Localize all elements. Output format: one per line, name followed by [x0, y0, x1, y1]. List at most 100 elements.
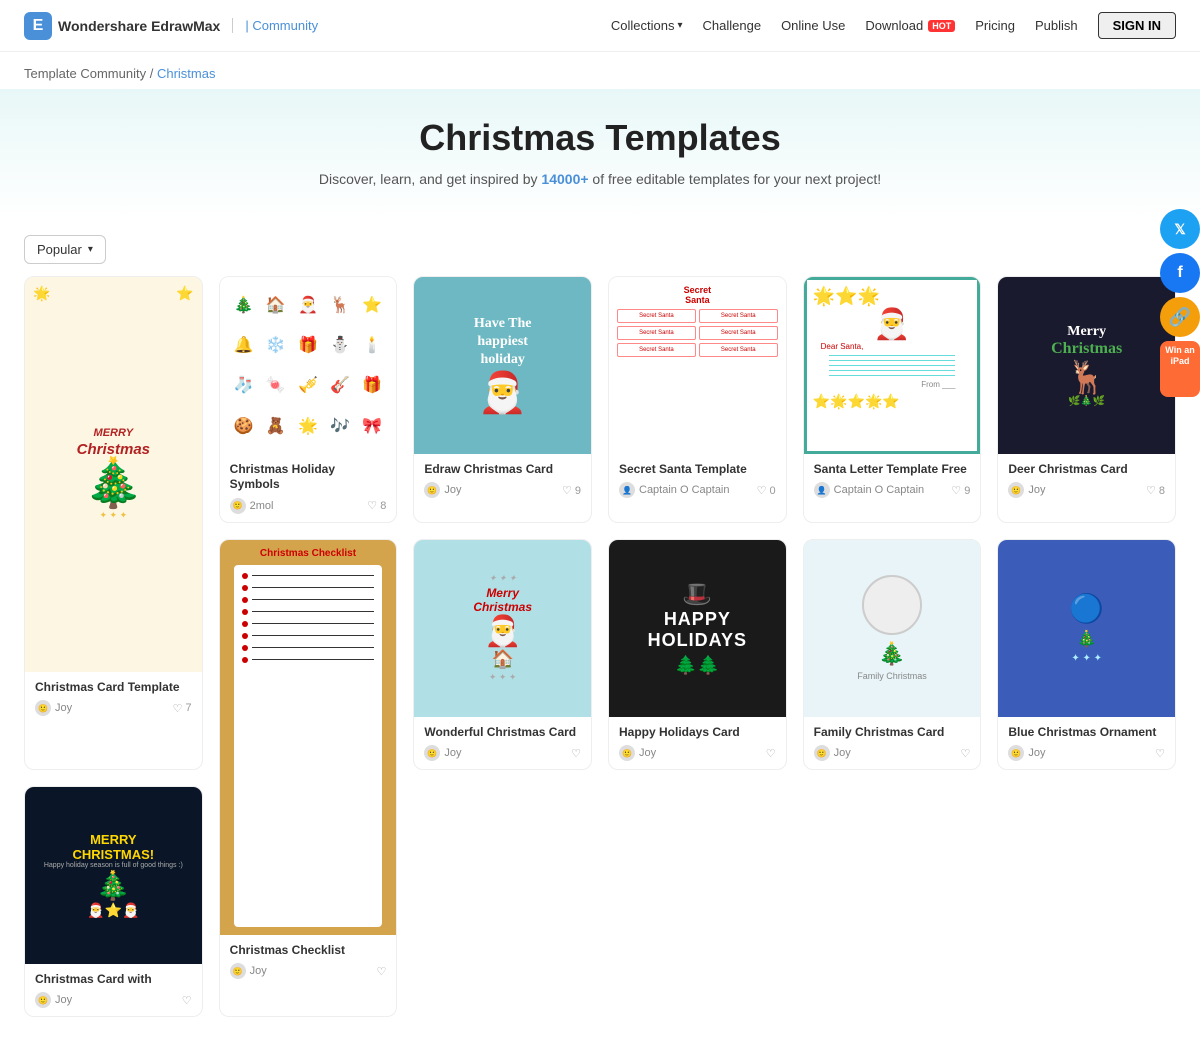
card-author: 🙂 Joy	[424, 745, 461, 761]
card-christmas-checklist[interactable]: Christmas Checklist Christmas Checklist …	[219, 539, 398, 1018]
card-info: Christmas Holiday Symbols 🙂 2mol ♡ 8	[220, 454, 397, 522]
ipad-promo-label: Win an iPad	[1165, 345, 1194, 366]
nav-publish[interactable]: Publish	[1035, 18, 1078, 33]
card-likes: ♡ 9	[562, 484, 581, 497]
card-preview-wonderful: ✦ ✦ ✦ MerryChristmas 🎅 🏠 ✦ ✦ ✦	[414, 540, 591, 717]
card-preview-checklist: Christmas Checklist	[220, 540, 397, 935]
logo-icon: E	[24, 12, 52, 40]
card-author: 🙂 Joy	[424, 482, 461, 498]
card-happy-holidays[interactable]: 🎩 HAPPYHOLIDAYS 🌲🌲 Happy Holidays Card 🙂…	[608, 539, 787, 770]
card-preview-family: 🎄 Family Christmas	[804, 540, 981, 717]
card-author: 🙂 Joy	[814, 745, 851, 761]
card-author: 🙂 Joy	[619, 745, 656, 761]
card-blue-ornament[interactable]: 🔵 🎄 ✦ ✦ ✦ Blue Christmas Ornament 🙂 Joy …	[997, 539, 1176, 770]
breadcrumb: Template Community / Christmas	[0, 52, 1200, 89]
card-likes: ♡ 0	[757, 484, 776, 497]
card-secret-santa-template[interactable]: SecretSanta Secret Santa Secret Santa Se…	[608, 276, 787, 523]
card-title: Christmas Card with	[35, 972, 192, 988]
card-info: Christmas Card with 🙂 Joy ♡	[25, 964, 202, 1017]
card-likes: ♡	[182, 994, 192, 1007]
card-title: Christmas Holiday Symbols	[230, 462, 387, 493]
sign-in-button[interactable]: SIGN IN	[1098, 12, 1176, 39]
link-icon: 🔗	[1169, 307, 1191, 328]
card-preview-merry-night: MERRYCHRISTMAS! Happy holiday season is …	[25, 787, 202, 964]
card-preview-happy-holidays: 🎩 HAPPYHOLIDAYS 🌲🌲	[609, 540, 786, 717]
card-info: Christmas Card Template 🙂 Joy ♡7	[25, 672, 202, 725]
breadcrumb-separator: /	[146, 66, 157, 81]
header-nav: Collections ▾ Challenge Online Use Downl…	[611, 12, 1176, 39]
card-meta: 👤 Captain O Captain ♡ 9	[814, 482, 971, 498]
author-avatar: 🙂	[230, 963, 246, 979]
card-likes: ♡	[571, 747, 581, 760]
card-title: Wonderful Christmas Card	[424, 725, 581, 741]
facebook-share-button[interactable]: f	[1160, 253, 1200, 293]
card-meta: 🙂 Joy ♡ 9	[424, 482, 581, 498]
card-wonderful-christmas-card[interactable]: ✦ ✦ ✦ MerryChristmas 🎅 🏠 ✦ ✦ ✦ Wonderful…	[413, 539, 592, 770]
card-preview-blue: 🔵 🎄 ✦ ✦ ✦	[998, 540, 1175, 717]
author-avatar: 🙂	[424, 482, 440, 498]
template-count-link[interactable]: 14000+	[541, 171, 588, 187]
ipad-promo-button[interactable]: Win an iPad	[1160, 341, 1200, 397]
facebook-icon: f	[1177, 264, 1182, 282]
card-likes: ♡ 9	[951, 484, 970, 497]
card-preview-edraw: Have Thehappiestholiday 🎅	[414, 277, 591, 454]
author-avatar: 🙂	[1008, 745, 1024, 761]
author-avatar: 👤	[814, 482, 830, 498]
card-meta: 🙂 Joy ♡	[230, 963, 387, 979]
nav-collections[interactable]: Collections ▾	[611, 18, 683, 33]
card-deer-christmas-card[interactable]: Merry Christmas 🦌 🌿🎄🌿 Deer Christmas Car…	[997, 276, 1176, 523]
card-christmas-holiday-symbols[interactable]: 🎄🏠🎅🦌⭐ 🔔❄️🎁⛄🕯️ 🧦🍬🎺🎸🎁 🍪🧸🌟🎶🎀 Christmas Holi…	[219, 276, 398, 523]
card-title: Family Christmas Card	[814, 725, 971, 741]
twitter-share-button[interactable]: 𝕏	[1160, 209, 1200, 249]
card-likes: ♡	[766, 747, 776, 760]
author-avatar: 🙂	[35, 700, 51, 716]
author-avatar: 🙂	[230, 498, 246, 514]
nav-pricing[interactable]: Pricing	[975, 18, 1015, 33]
card-meta: 🙂 Joy ♡	[619, 745, 776, 761]
nav-online-use[interactable]: Online Use	[781, 18, 845, 33]
author-avatar: 👤	[619, 482, 635, 498]
card-info: Christmas Checklist 🙂 Joy ♡	[220, 935, 397, 988]
card-info: Secret Santa Template 👤 Captain O Captai…	[609, 454, 786, 507]
nav-challenge[interactable]: Challenge	[703, 18, 762, 33]
card-author: 👤 Captain O Captain	[814, 482, 925, 498]
card-likes: ♡	[376, 965, 386, 978]
filter-bar: Popular ▾	[0, 219, 1200, 276]
author-avatar: 🙂	[424, 745, 440, 761]
card-christmas-card-template[interactable]: MERRY Christmas 🎄 ✦ ✦ ✦ ⭐ 🌟 Christmas Ca…	[24, 276, 203, 770]
author-avatar: 🙂	[814, 745, 830, 761]
card-santa-letter-template[interactable]: 🌟⭐🌟 🎅 Dear Santa, From ___ ⭐🌟⭐🌟⭐ Santa L…	[803, 276, 982, 523]
author-avatar: 🙂	[1008, 482, 1024, 498]
card-meta: 🙂 2mol ♡ 8	[230, 498, 387, 514]
community-link[interactable]: | Community	[232, 18, 318, 33]
card-preview-christmas-card: MERRY Christmas 🎄 ✦ ✦ ✦ ⭐ 🌟	[25, 277, 202, 672]
card-christmas-card-with[interactable]: MERRYCHRISTMAS! Happy holiday season is …	[24, 786, 203, 1017]
card-title: Blue Christmas Ornament	[1008, 725, 1165, 741]
logo[interactable]: E Wondershare EdrawMax	[24, 12, 220, 40]
card-meta: 🙂 Joy ♡	[424, 745, 581, 761]
app-name: Wondershare EdrawMax	[58, 18, 220, 34]
card-title: Deer Christmas Card	[1008, 462, 1165, 478]
breadcrumb-home[interactable]: Template Community	[24, 66, 146, 81]
header-left: E Wondershare EdrawMax | Community	[24, 12, 318, 40]
card-preview-secret-santa: SecretSanta Secret Santa Secret Santa Se…	[609, 277, 786, 454]
card-author: 🙂 Joy	[230, 963, 267, 979]
card-title: Edraw Christmas Card	[424, 462, 581, 478]
card-meta: 🙂 Joy ♡7	[35, 700, 192, 716]
author-avatar: 🙂	[35, 992, 51, 1008]
card-family-christmas-card[interactable]: 🎄 Family Christmas Family Christmas Card…	[803, 539, 982, 770]
header: E Wondershare EdrawMax | Community Colle…	[0, 0, 1200, 52]
card-author: 🙂 Joy	[35, 700, 72, 716]
card-likes: ♡ 8	[1146, 484, 1165, 497]
card-title: Santa Letter Template Free	[814, 462, 971, 478]
card-info: Family Christmas Card 🙂 Joy ♡	[804, 717, 981, 770]
copy-link-button[interactable]: 🔗	[1160, 297, 1200, 337]
card-info: Happy Holidays Card 🙂 Joy ♡	[609, 717, 786, 770]
card-info: Santa Letter Template Free 👤 Captain O C…	[804, 454, 981, 507]
sort-dropdown[interactable]: Popular ▾	[24, 235, 106, 264]
nav-download[interactable]: Download HOT	[865, 18, 955, 33]
card-likes: ♡7	[173, 702, 192, 715]
hot-badge: HOT	[928, 20, 955, 32]
card-preview-symbols: 🎄🏠🎅🦌⭐ 🔔❄️🎁⛄🕯️ 🧦🍬🎺🎸🎁 🍪🧸🌟🎶🎀	[220, 277, 397, 454]
card-edraw-christmas-card[interactable]: Have Thehappiestholiday 🎅 Edraw Christma…	[413, 276, 592, 523]
